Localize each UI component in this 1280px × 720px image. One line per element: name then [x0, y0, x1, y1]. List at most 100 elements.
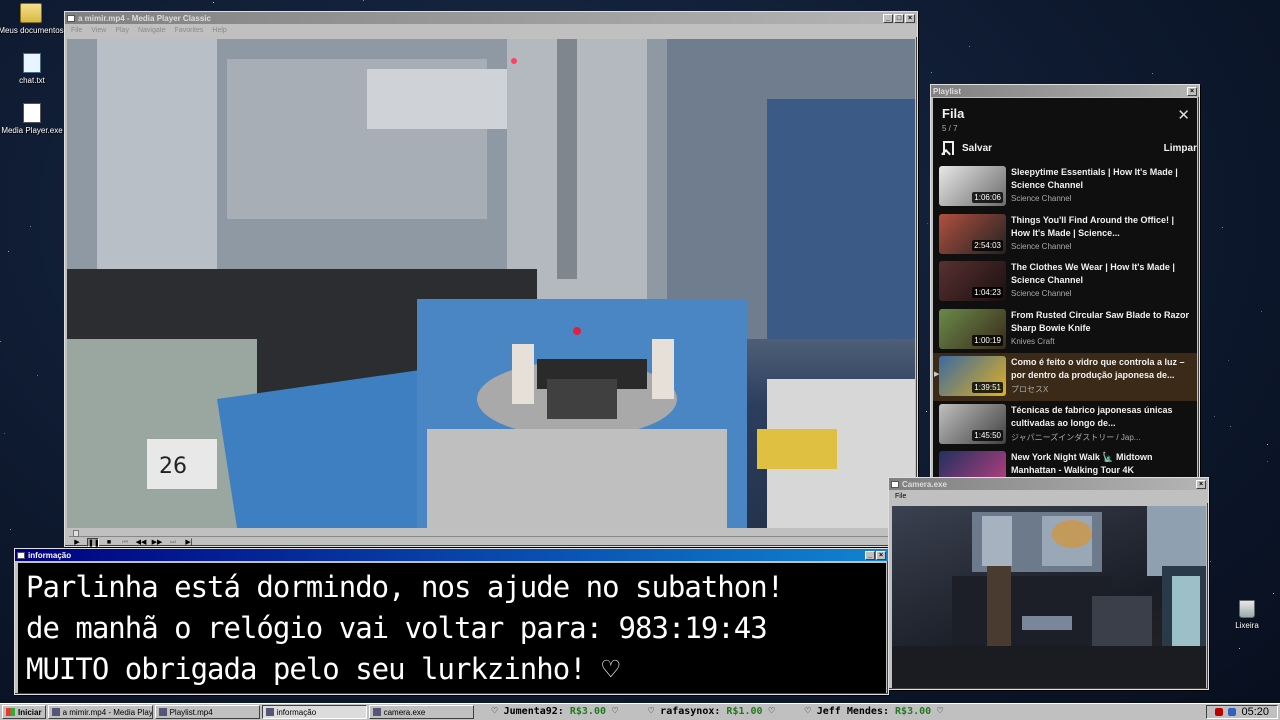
star — [969, 46, 970, 47]
tray-app-icon[interactable] — [1215, 708, 1224, 716]
media-player-icon — [23, 103, 41, 123]
queue-item-title[interactable]: Things You'll Find Around the Office! | … — [1011, 214, 1193, 240]
queue-item-channel[interactable]: Science Channel — [1011, 194, 1193, 203]
star — [1273, 593, 1274, 594]
notepad-icon — [23, 53, 41, 73]
menu-play[interactable]: Play — [115, 27, 129, 34]
seek-handle[interactable] — [73, 530, 79, 537]
camera-menubar: File — [889, 490, 1208, 503]
desktop-icon-recycle-bin[interactable]: Lixeira — [1212, 600, 1280, 630]
media-player-window[interactable]: a mimir.mp4 - Media Player Classic _ □ ×… — [64, 11, 918, 547]
star — [1214, 416, 1215, 417]
next-button[interactable]: ⏭ — [167, 538, 179, 547]
close-button[interactable]: × — [1196, 479, 1206, 489]
taskbar-item-playlist[interactable]: Playlist.mp4 — [154, 705, 260, 719]
seek-bar[interactable] — [69, 530, 915, 537]
queue-item-title[interactable]: Técnicas de fabrico japonesas únicas cul… — [1011, 404, 1193, 430]
info-titlebar[interactable]: informação _ × — [15, 549, 888, 561]
pause-button[interactable]: ❚❚ — [87, 537, 100, 547]
star — [1222, 227, 1223, 228]
maximize-button[interactable]: □ — [894, 13, 904, 23]
queue-item[interactable]: ▶ 1:39:51 Como é feito o vidro que control… — [933, 353, 1197, 401]
desktop-icon-media-player[interactable]: Media Player.exe — [0, 103, 67, 135]
windows-logo-icon — [6, 708, 15, 716]
queue-item-channel[interactable]: Science Channel — [1011, 289, 1193, 298]
menu-favorites[interactable]: Favorites — [175, 27, 204, 34]
camera-window[interactable]: Camera.exe × File — [888, 477, 1209, 690]
taskbar-item-camera[interactable]: camera.exe — [368, 705, 474, 719]
ticker-name: ♡ Jumenta92: — [491, 706, 564, 717]
play-button[interactable]: ▶ — [71, 538, 83, 547]
ticker-name: ♡ Jeff Mendes: — [804, 706, 889, 717]
queue-item[interactable]: 1:04:23 The Clothes We Wear | How It's Ma… — [933, 258, 1197, 306]
queue-item-channel[interactable]: Science Channel — [1011, 242, 1193, 251]
queue-item-title[interactable]: New York Night Walk 🗽 Midtown Manhattan … — [1011, 451, 1193, 477]
star — [10, 529, 11, 530]
save-button[interactable]: Salvar — [943, 141, 992, 155]
rewind-button[interactable]: ◀◀ — [135, 538, 147, 547]
donation-ticker: ♡ Jumenta92: R$3.00 ♡ ♡ rafasynox: R$1.0… — [491, 706, 944, 717]
media-player-titlebar[interactable]: a mimir.mp4 - Media Player Classic _ □ × — [65, 12, 917, 24]
queue-item[interactable]: 1:06:06 Sleepytime Essentials | How It's … — [933, 163, 1197, 211]
media-player-menubar: File View Play Navigate Favorites Help — [65, 24, 917, 37]
queue-item-channel[interactable]: Knives Craft — [1011, 337, 1193, 346]
star — [927, 223, 928, 224]
window-icon — [265, 708, 274, 716]
video-thumbnail[interactable]: 1:06:06 — [939, 166, 1006, 206]
playlist-window[interactable]: Playlist × Fila 5 / 7 ✕ Salvar Limpar 1:… — [930, 84, 1200, 480]
queue-item-channel[interactable]: プロセスX — [1011, 384, 1193, 395]
video-thumbnail[interactable]: 2:54:03 — [939, 213, 1006, 254]
playlist-titlebar[interactable]: Playlist × — [931, 85, 1199, 97]
queue-item-channel[interactable]: ジャパニーズインダストリー / Jap... — [1011, 432, 1193, 443]
duration-badge: 2:54:03 — [972, 239, 1003, 251]
info-message-panel: Parlinha está dormindo, nos ajude no sub… — [18, 563, 886, 693]
start-button[interactable]: Iniciar — [2, 705, 46, 719]
queue-item[interactable]: 1:00:19 From Rusted Circular Saw Blade to… — [933, 306, 1197, 354]
close-icon[interactable]: ✕ — [1177, 106, 1190, 124]
svg-text:26: 26 — [159, 454, 187, 479]
queue-item[interactable]: 1:45:50 Técnicas de fabrico japonesas úni… — [933, 401, 1197, 449]
clear-button[interactable]: Limpar — [1164, 143, 1197, 154]
menu-file[interactable]: File — [895, 493, 906, 500]
taskbar-item-media-player[interactable]: a mimir.mp4 - Media Playe... — [47, 705, 153, 719]
desktop-icon-documents[interactable]: Meus documentos — [0, 3, 66, 35]
video-frame[interactable]: 26 — [67, 39, 915, 528]
stop-button[interactable]: ■ — [103, 538, 115, 547]
queue-item[interactable]: New York Night Walk 🗽 Midtown Manhattan … — [933, 448, 1197, 479]
queue-panel: Fila 5 / 7 ✕ Salvar Limpar 1:06:06 Sleepy… — [933, 98, 1197, 479]
window-icon — [17, 551, 25, 559]
star — [30, 226, 31, 227]
queue-item-title[interactable]: Sleepytime Essentials | How It's Made | … — [1011, 166, 1193, 192]
media-player-icon — [51, 708, 60, 716]
close-button[interactable]: × — [1187, 86, 1197, 96]
minimize-button[interactable]: _ — [865, 550, 875, 560]
queue-item[interactable]: 2:54:03 Things You'll Find Around the Off… — [933, 211, 1197, 259]
video-thumbnail[interactable]: 1:04:23 — [939, 261, 1006, 301]
camera-feed — [892, 506, 1206, 688]
camera-titlebar[interactable]: Camera.exe × — [889, 478, 1208, 490]
menu-file[interactable]: File — [71, 27, 82, 34]
video-thumbnail[interactable]: 1:45:50 — [939, 403, 1006, 444]
fast-forward-button[interactable]: ▶▶ — [151, 538, 163, 547]
menu-help[interactable]: Help — [212, 27, 226, 34]
menu-navigate[interactable]: Navigate — [138, 27, 166, 34]
queue-item-title[interactable]: Como é feito o vidro que controla a luz … — [1011, 356, 1193, 382]
minimize-button[interactable]: _ — [883, 13, 893, 23]
duration-badge: 1:00:19 — [972, 334, 1003, 346]
queue-item-title[interactable]: The Clothes We Wear | How It's Made | Sc… — [1011, 261, 1193, 287]
desktop-icon-chat[interactable]: chat.txt — [0, 53, 67, 85]
video-thumbnail[interactable]: 1:39:51 — [939, 356, 1006, 396]
star — [0, 341, 1, 342]
video-thumbnail[interactable] — [939, 451, 1006, 479]
close-button[interactable]: × — [876, 550, 886, 560]
menu-view[interactable]: View — [91, 27, 106, 34]
taskbar-item-info[interactable]: informação — [261, 705, 367, 719]
info-window[interactable]: informação _ × Parlinha está dormindo, n… — [14, 548, 889, 695]
star — [1267, 444, 1268, 445]
frame-step-button[interactable]: ▶| — [183, 538, 195, 547]
queue-item-title[interactable]: From Rusted Circular Saw Blade to Razor … — [1011, 309, 1193, 335]
video-thumbnail[interactable]: 1:00:19 — [939, 308, 1006, 349]
previous-button[interactable]: ⏮ — [119, 538, 131, 547]
close-button[interactable]: × — [905, 13, 915, 23]
tray-network-icon[interactable] — [1228, 708, 1237, 716]
